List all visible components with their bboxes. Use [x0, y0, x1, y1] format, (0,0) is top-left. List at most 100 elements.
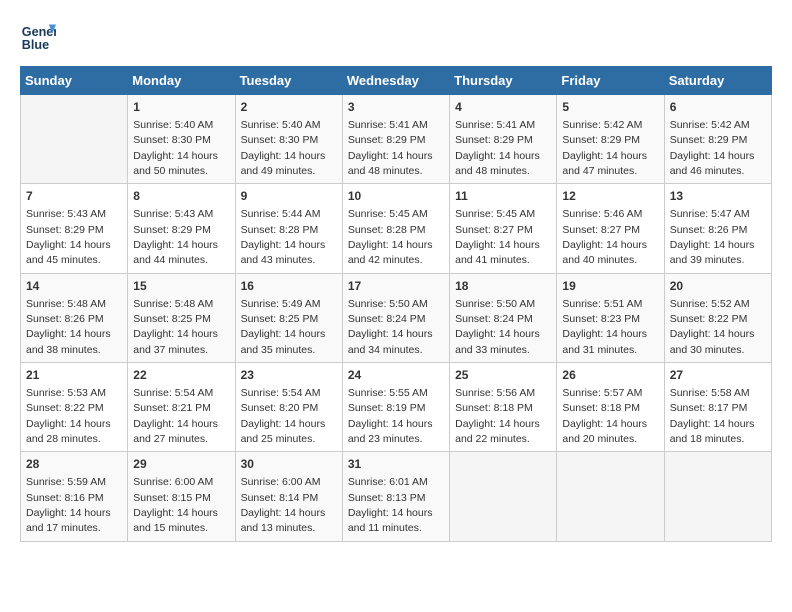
day-number: 29 — [133, 456, 229, 473]
weekday-header: Friday — [557, 67, 664, 95]
day-info: Sunrise: 5:49 AMSunset: 8:25 PMDaylight:… — [241, 298, 326, 356]
day-info: Sunrise: 6:01 AMSunset: 8:13 PMDaylight:… — [348, 476, 433, 534]
day-info: Sunrise: 5:54 AMSunset: 8:20 PMDaylight:… — [241, 387, 326, 445]
calendar-week-row: 28Sunrise: 5:59 AMSunset: 8:16 PMDayligh… — [21, 452, 772, 541]
calendar-cell: 22 Sunrise: 5:54 AMSunset: 8:21 PMDayligh… — [128, 363, 235, 452]
day-number: 13 — [670, 188, 766, 205]
day-number: 18 — [455, 278, 551, 295]
day-info: Sunrise: 5:54 AMSunset: 8:21 PMDaylight:… — [133, 387, 218, 445]
calendar-cell — [664, 452, 771, 541]
day-info: Sunrise: 5:41 AMSunset: 8:29 PMDaylight:… — [348, 119, 433, 177]
calendar-table: SundayMondayTuesdayWednesdayThursdayFrid… — [20, 66, 772, 542]
calendar-cell: 20Sunrise: 5:52 AMSunset: 8:22 PMDayligh… — [664, 273, 771, 362]
calendar-cell: 8 Sunrise: 5:43 AMSunset: 8:29 PMDaylight… — [128, 184, 235, 273]
calendar-cell: 1 Sunrise: 5:40 AMSunset: 8:30 PMDaylight… — [128, 95, 235, 184]
calendar-cell: 7 Sunrise: 5:43 AMSunset: 8:29 PMDaylight… — [21, 184, 128, 273]
calendar-cell: 6 Sunrise: 5:42 AMSunset: 8:29 PMDaylight… — [664, 95, 771, 184]
calendar-cell: 30Sunrise: 6:00 AMSunset: 8:14 PMDayligh… — [235, 452, 342, 541]
calendar-cell: 21 Sunrise: 5:53 AMSunset: 8:22 PMDayligh… — [21, 363, 128, 452]
day-number: 9 — [241, 188, 337, 205]
calendar-cell: 19 Sunrise: 5:51 AMSunset: 8:23 PMDayligh… — [557, 273, 664, 362]
day-number: 16 — [241, 278, 337, 295]
day-number: 20 — [670, 278, 766, 295]
calendar-cell: 5 Sunrise: 5:42 AMSunset: 8:29 PMDaylight… — [557, 95, 664, 184]
weekday-header: Sunday — [21, 67, 128, 95]
calendar-cell: 10Sunrise: 5:45 AMSunset: 8:28 PMDayligh… — [342, 184, 449, 273]
calendar-cell: 17 Sunrise: 5:50 AMSunset: 8:24 PMDayligh… — [342, 273, 449, 362]
day-number: 11 — [455, 188, 551, 205]
calendar-cell — [557, 452, 664, 541]
weekday-header: Wednesday — [342, 67, 449, 95]
calendar-cell: 25Sunrise: 5:56 AMSunset: 8:18 PMDayligh… — [450, 363, 557, 452]
day-number: 10 — [348, 188, 444, 205]
calendar-cell: 18 Sunrise: 5:50 AMSunset: 8:24 PMDayligh… — [450, 273, 557, 362]
calendar-cell: 9 Sunrise: 5:44 AMSunset: 8:28 PMDaylight… — [235, 184, 342, 273]
day-info: Sunrise: 5:43 AMSunset: 8:29 PMDaylight:… — [133, 208, 218, 266]
weekday-header: Saturday — [664, 67, 771, 95]
calendar-cell: 14Sunrise: 5:48 AMSunset: 8:26 PMDayligh… — [21, 273, 128, 362]
calendar-cell: 23Sunrise: 5:54 AMSunset: 8:20 PMDayligh… — [235, 363, 342, 452]
day-info: Sunrise: 5:58 AMSunset: 8:17 PMDaylight:… — [670, 387, 755, 445]
day-number: 3 — [348, 99, 444, 116]
day-number: 31 — [348, 456, 444, 473]
day-info: Sunrise: 5:42 AMSunset: 8:29 PMDaylight:… — [562, 119, 647, 177]
day-number: 15 — [133, 278, 229, 295]
day-info: Sunrise: 5:50 AMSunset: 8:24 PMDaylight:… — [348, 298, 433, 356]
day-number: 2 — [241, 99, 337, 116]
day-number: 7 — [26, 188, 122, 205]
day-number: 24 — [348, 367, 444, 384]
page-header: General Blue — [20, 20, 772, 56]
weekday-header: Monday — [128, 67, 235, 95]
calendar-cell: 2 Sunrise: 5:40 AMSunset: 8:30 PMDaylight… — [235, 95, 342, 184]
day-number: 1 — [133, 99, 229, 116]
calendar-cell: 29 Sunrise: 6:00 AMSunset: 8:15 PMDayligh… — [128, 452, 235, 541]
day-number: 5 — [562, 99, 658, 116]
day-info: Sunrise: 6:00 AMSunset: 8:15 PMDaylight:… — [133, 476, 218, 534]
day-number: 26 — [562, 367, 658, 384]
calendar-week-row: 7 Sunrise: 5:43 AMSunset: 8:29 PMDaylight… — [21, 184, 772, 273]
day-info: Sunrise: 5:51 AMSunset: 8:23 PMDaylight:… — [562, 298, 647, 356]
day-number: 4 — [455, 99, 551, 116]
day-number: 25 — [455, 367, 551, 384]
day-info: Sunrise: 5:48 AMSunset: 8:26 PMDaylight:… — [26, 298, 111, 356]
day-info: Sunrise: 5:57 AMSunset: 8:18 PMDaylight:… — [562, 387, 647, 445]
day-info: Sunrise: 5:40 AMSunset: 8:30 PMDaylight:… — [241, 119, 326, 177]
day-info: Sunrise: 5:41 AMSunset: 8:29 PMDaylight:… — [455, 119, 540, 177]
day-info: Sunrise: 5:55 AMSunset: 8:19 PMDaylight:… — [348, 387, 433, 445]
day-info: Sunrise: 5:40 AMSunset: 8:30 PMDaylight:… — [133, 119, 218, 177]
calendar-cell: 11 Sunrise: 5:45 AMSunset: 8:27 PMDayligh… — [450, 184, 557, 273]
day-info: Sunrise: 5:59 AMSunset: 8:16 PMDaylight:… — [26, 476, 111, 534]
day-number: 19 — [562, 278, 658, 295]
day-info: Sunrise: 5:50 AMSunset: 8:24 PMDaylight:… — [455, 298, 540, 356]
calendar-cell: 4 Sunrise: 5:41 AMSunset: 8:29 PMDaylight… — [450, 95, 557, 184]
calendar-header: SundayMondayTuesdayWednesdayThursdayFrid… — [21, 67, 772, 95]
calendar-cell — [450, 452, 557, 541]
day-info: Sunrise: 5:44 AMSunset: 8:28 PMDaylight:… — [241, 208, 326, 266]
day-info: Sunrise: 6:00 AMSunset: 8:14 PMDaylight:… — [241, 476, 326, 534]
day-info: Sunrise: 5:45 AMSunset: 8:27 PMDaylight:… — [455, 208, 540, 266]
calendar-cell: 28Sunrise: 5:59 AMSunset: 8:16 PMDayligh… — [21, 452, 128, 541]
weekday-header: Tuesday — [235, 67, 342, 95]
calendar-week-row: 1 Sunrise: 5:40 AMSunset: 8:30 PMDaylight… — [21, 95, 772, 184]
day-info: Sunrise: 5:42 AMSunset: 8:29 PMDaylight:… — [670, 119, 755, 177]
day-number: 22 — [133, 367, 229, 384]
day-info: Sunrise: 5:47 AMSunset: 8:26 PMDaylight:… — [670, 208, 755, 266]
calendar-cell: 3 Sunrise: 5:41 AMSunset: 8:29 PMDaylight… — [342, 95, 449, 184]
calendar-cell: 26 Sunrise: 5:57 AMSunset: 8:18 PMDayligh… — [557, 363, 664, 452]
day-number: 6 — [670, 99, 766, 116]
logo: General Blue — [20, 20, 56, 56]
calendar-cell: 13 Sunrise: 5:47 AMSunset: 8:26 PMDayligh… — [664, 184, 771, 273]
svg-text:Blue: Blue — [22, 38, 49, 52]
calendar-cell — [21, 95, 128, 184]
calendar-cell: 27Sunrise: 5:58 AMSunset: 8:17 PMDayligh… — [664, 363, 771, 452]
logo-icon: General Blue — [20, 20, 56, 56]
calendar-cell: 16 Sunrise: 5:49 AMSunset: 8:25 PMDayligh… — [235, 273, 342, 362]
day-info: Sunrise: 5:43 AMSunset: 8:29 PMDaylight:… — [26, 208, 111, 266]
calendar-cell: 15Sunrise: 5:48 AMSunset: 8:25 PMDayligh… — [128, 273, 235, 362]
day-number: 12 — [562, 188, 658, 205]
day-number: 8 — [133, 188, 229, 205]
day-info: Sunrise: 5:53 AMSunset: 8:22 PMDaylight:… — [26, 387, 111, 445]
day-number: 17 — [348, 278, 444, 295]
day-number: 21 — [26, 367, 122, 384]
day-info: Sunrise: 5:46 AMSunset: 8:27 PMDaylight:… — [562, 208, 647, 266]
